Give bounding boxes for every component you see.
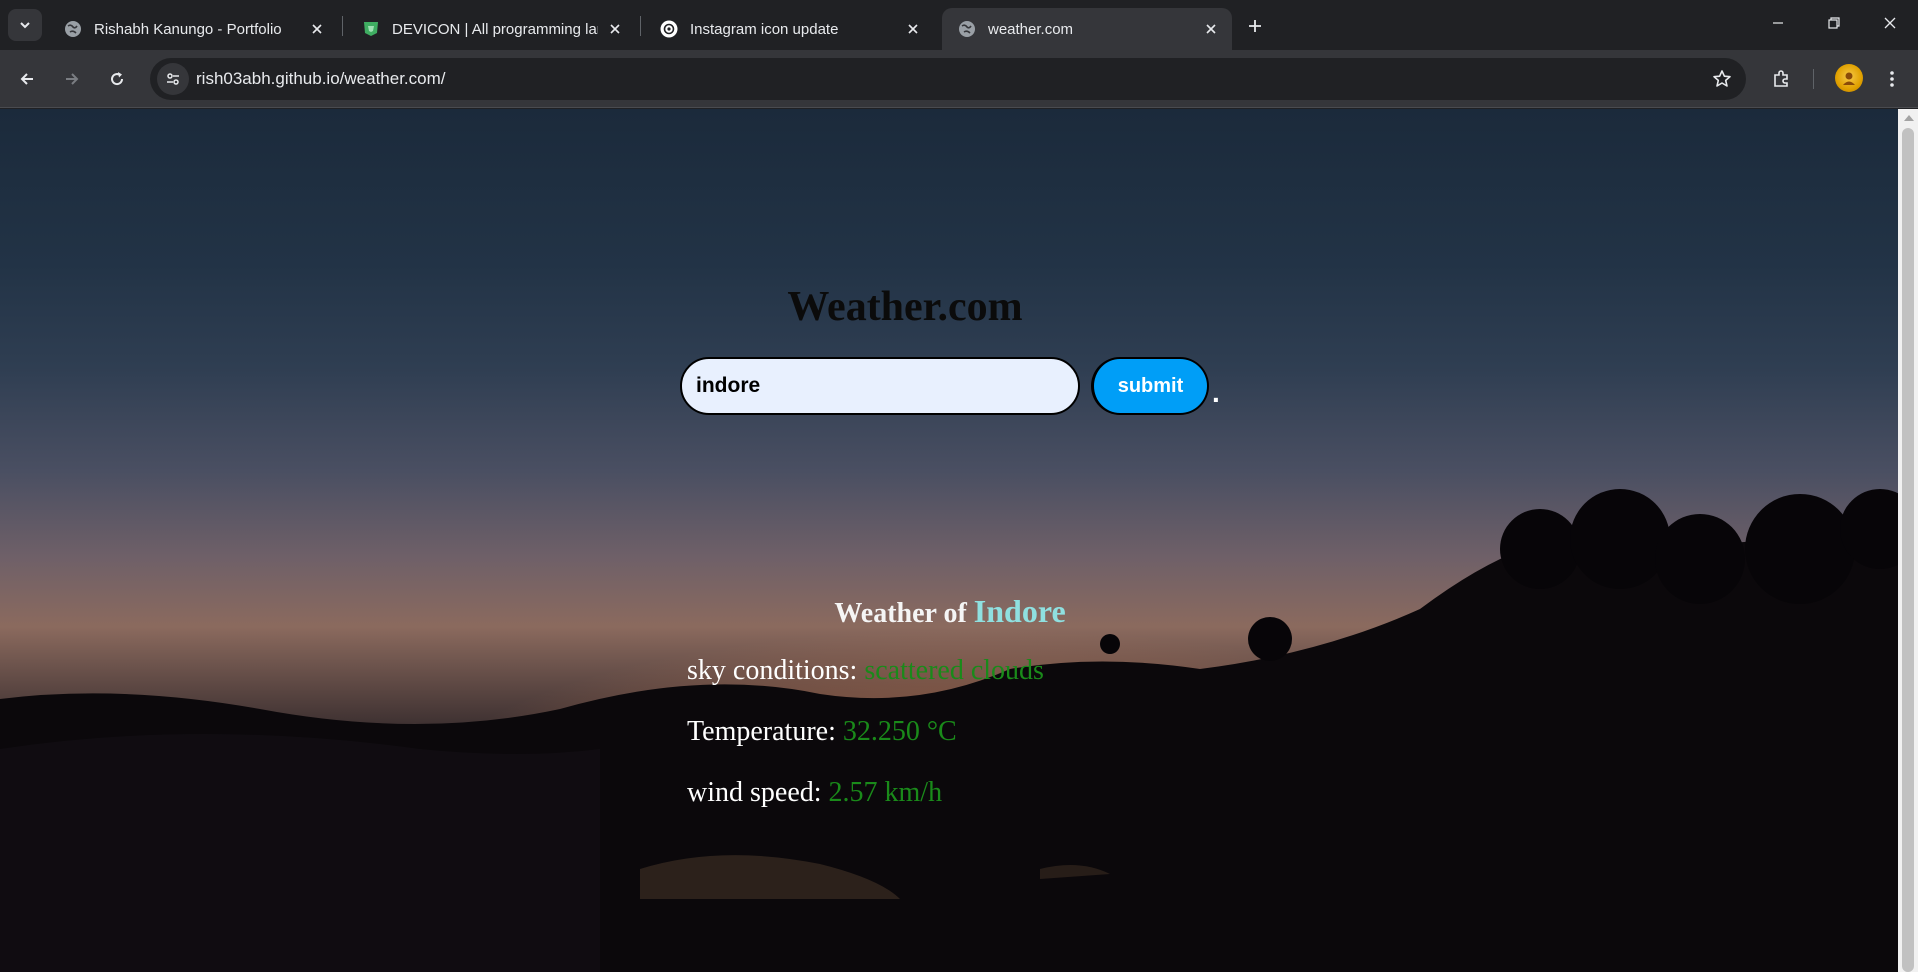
star-icon: [1713, 70, 1731, 87]
scrollbar-thumb[interactable]: [1902, 128, 1914, 972]
result-city: Indore: [973, 593, 1066, 629]
profile-avatar[interactable]: [1835, 64, 1863, 92]
chevron-down-icon: [20, 22, 30, 29]
new-tab-button[interactable]: [1241, 12, 1269, 40]
close-icon[interactable]: [1200, 18, 1222, 40]
row-value: 2.57 km/h: [828, 777, 943, 808]
row-label: wind speed:: [687, 777, 822, 808]
bookmark-button[interactable]: [1710, 67, 1734, 91]
page-title: Weather.com: [787, 284, 1023, 330]
scroll-up-arrow[interactable]: [1904, 115, 1914, 121]
globe-icon: [64, 20, 82, 38]
row-value: scattered clouds: [864, 655, 1044, 686]
tune-icon: [167, 73, 179, 85]
arrow-right-icon: [66, 73, 79, 85]
avatar-icon: [1843, 72, 1855, 85]
tab-title: Instagram icon update: [690, 20, 839, 38]
tab-portfolio[interactable]: Rishabh Kanungo - Portfolio: [48, 8, 338, 50]
row-label: Temperature:: [687, 716, 836, 747]
trailing-dot: .: [1212, 377, 1220, 408]
tab-title: weather.com: [988, 20, 1074, 38]
submit-button[interactable]: submit: [1091, 357, 1209, 415]
weather-result-title: Weather of Indore: [0, 593, 1898, 630]
browser-toolbar: rish03abh.github.io/weather.com/: [0, 50, 1918, 108]
url-text[interactable]: rish03abh.github.io/weather.com/: [196, 69, 446, 89]
restore-icon: [1828, 17, 1840, 29]
city-search-input[interactable]: [680, 357, 1080, 415]
devicon-shield-icon: [362, 20, 380, 38]
tab-separator: [640, 16, 641, 36]
globe-icon: [958, 20, 976, 38]
background-landscape: [0, 489, 1898, 972]
reload-button[interactable]: [99, 61, 135, 97]
openai-icon: [660, 20, 678, 38]
tab-devicon[interactable]: DEVICON | All programming lan: [346, 8, 636, 50]
sky-conditions-row: sky conditions: scattered clouds: [687, 655, 1044, 687]
restore-button[interactable]: [1806, 0, 1862, 46]
minimize-icon: [1773, 22, 1783, 24]
wind-speed-row: wind speed: 2.57 km/h: [687, 777, 942, 809]
row-value: 32.250 °C: [842, 716, 957, 747]
tab-weather-active[interactable]: weather.com: [942, 8, 1232, 50]
toolbar-divider: [1813, 69, 1814, 89]
extensions-button[interactable]: [1763, 61, 1799, 97]
tab-title: Rishabh Kanungo - Portfolio: [94, 20, 282, 38]
tab-instagram-icon-update[interactable]: Instagram icon update: [644, 8, 934, 50]
tab-strip: Rishabh Kanungo - Portfolio DEVICON | Al…: [0, 0, 1918, 50]
reload-icon: [111, 72, 124, 86]
close-icon[interactable]: [902, 18, 924, 40]
close-icon[interactable]: [306, 18, 328, 40]
back-button[interactable]: [9, 61, 45, 97]
close-icon[interactable]: [604, 18, 626, 40]
tab-separator: [342, 16, 343, 36]
puzzle-icon: [1774, 70, 1788, 87]
plus-icon: [1249, 20, 1261, 32]
address-bar[interactable]: rish03abh.github.io/weather.com/: [150, 58, 1746, 100]
site-info-button[interactable]: [157, 63, 189, 95]
temperature-row: Temperature: 32.250 °C: [687, 716, 957, 748]
close-icon: [1884, 17, 1896, 29]
row-label: sky conditions:: [687, 655, 858, 686]
tab-title: DEVICON | All programming lan: [392, 20, 598, 38]
page-viewport: Weather.com submit . Weather of Indore s…: [0, 109, 1898, 972]
window-close-button[interactable]: [1862, 0, 1918, 46]
arrow-left-icon: [20, 73, 33, 85]
forward-button[interactable]: [54, 61, 90, 97]
more-vertical-icon: [1890, 71, 1894, 87]
tab-search-button[interactable]: [8, 9, 42, 41]
result-prefix: Weather of: [834, 598, 967, 629]
minimize-button[interactable]: [1750, 0, 1806, 46]
menu-button[interactable]: [1874, 61, 1910, 97]
